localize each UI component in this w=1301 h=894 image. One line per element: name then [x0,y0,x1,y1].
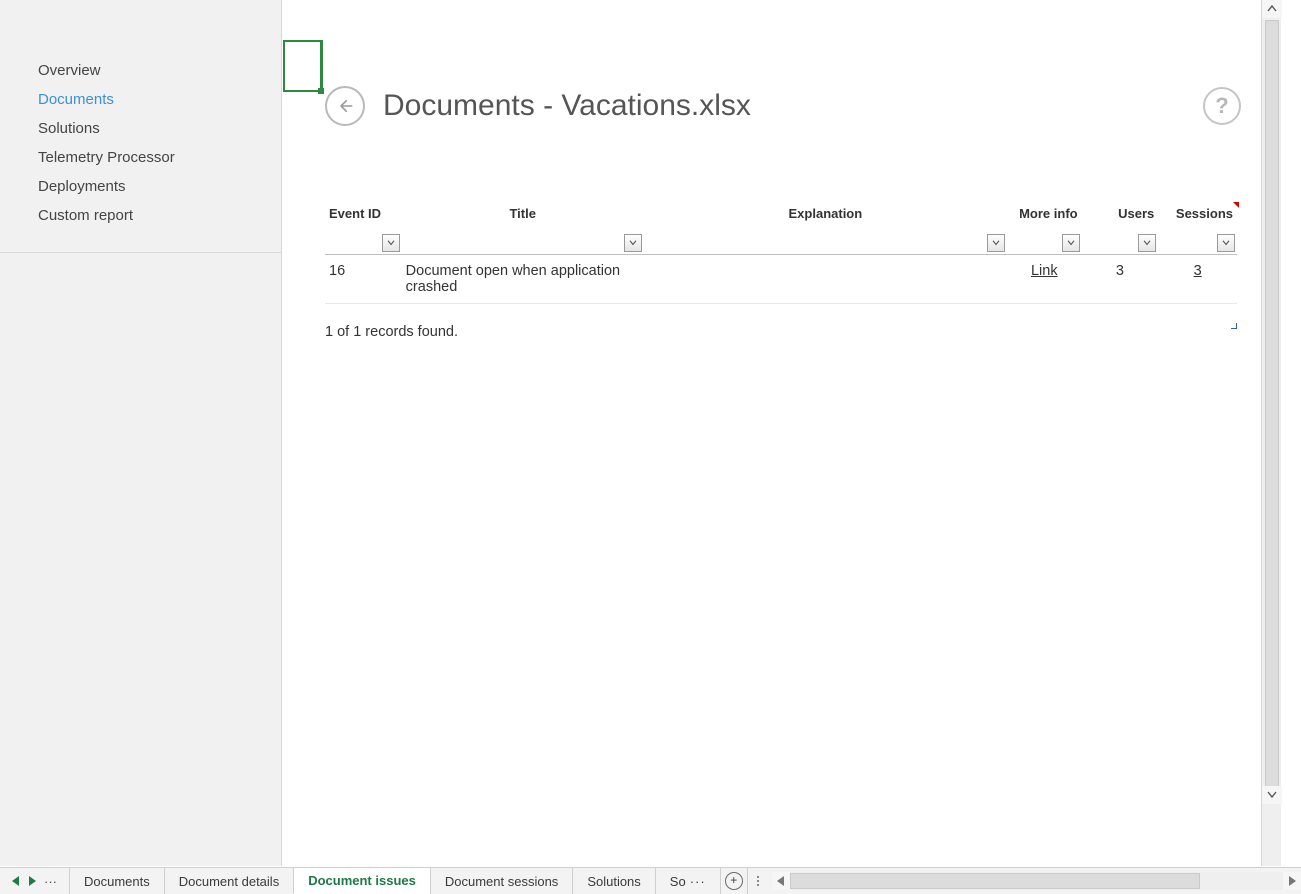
col-explanation: Explanation [644,204,1007,255]
scroll-thumb[interactable] [1265,20,1279,792]
sheet-tab-bar: ··· Documents Document details Document … [0,867,1301,894]
sidebar-item-documents[interactable]: Documents [38,85,281,114]
triangle-left-icon [12,876,20,886]
sidebar-item-custom-report[interactable]: Custom report [38,201,281,230]
hscroll-thumb[interactable] [790,873,1200,889]
hscroll-left-button[interactable] [772,872,790,890]
ellipsis-icon: ··· [690,874,706,889]
triangle-right-icon [28,876,36,886]
table-resize-handle[interactable] [1229,316,1237,324]
chevron-down-icon [1143,240,1151,246]
chevron-down-icon [387,240,395,246]
more-info-link[interactable]: Link [1031,263,1058,279]
cell-sessions: 3 [1158,255,1237,304]
back-button[interactable] [325,86,365,126]
new-sheet-button[interactable]: + [721,868,748,894]
triangle-right-icon [1288,876,1296,886]
sheet-nav-next[interactable] [28,874,36,889]
filter-sessions[interactable] [1217,234,1235,252]
sheet-nav-prev[interactable] [12,874,20,889]
chevron-down-icon [992,240,1000,246]
help-button[interactable]: ? [1203,87,1241,125]
sheet-tab-truncated[interactable]: So ··· [655,868,721,894]
col-explanation-label: Explanation [789,206,863,221]
page-title: Documents - Vacations.xlsx [383,89,1203,123]
sidebar-nav: Overview Documents Solutions Telemetry P… [0,0,281,230]
vertical-dots-icon [757,875,759,887]
active-cell-indicator[interactable] [283,40,323,92]
sidebar-item-telemetry-processor[interactable]: Telemetry Processor [38,143,281,172]
chevron-down-icon [1222,240,1230,246]
col-more-info: More info [1007,204,1082,255]
sheet-tab-documents[interactable]: Documents [69,868,165,894]
col-title-label: Title [509,206,536,221]
col-users-label: Users [1118,206,1154,221]
sheet-bar-options[interactable] [748,868,768,894]
sheet-nav-more[interactable]: ··· [44,874,57,889]
col-event-id-label: Event ID [329,206,381,221]
sidebar-item-deployments[interactable]: Deployments [38,172,281,201]
sheet-nav-arrows: ··· [0,868,69,894]
sidebar-item-solutions[interactable]: Solutions [38,114,281,143]
sheet-tabs: Documents Document details Document issu… [69,868,721,894]
filter-more-info[interactable] [1062,234,1080,252]
hscroll-track[interactable] [790,872,1283,890]
cell-users: 3 [1082,255,1159,304]
scroll-down-button[interactable] [1262,786,1282,804]
scroll-up-button[interactable] [1262,0,1282,18]
triangle-left-icon [777,876,785,886]
sheet-tab-truncated-label: So [670,874,686,889]
workspace: Overview Documents Solutions Telemetry P… [0,0,1281,866]
sessions-link[interactable]: 3 [1194,263,1202,279]
resize-corner-icon [1229,321,1237,329]
sheet-tab-solutions[interactable]: Solutions [572,868,655,894]
horizontal-scrollbar[interactable] [772,868,1301,894]
sidebar: Overview Documents Solutions Telemetry P… [0,0,282,253]
records-found: 1 of 1 records found. [325,324,1237,340]
sheet-tab-document-details[interactable]: Document details [164,868,294,894]
vertical-scrollbar[interactable] [1261,0,1281,866]
col-more-info-label: More info [1019,206,1078,221]
filter-explanation[interactable] [987,234,1005,252]
chevron-down-icon [1267,791,1277,799]
cell-title: Document open when application crashed [402,255,644,304]
page-header: Documents - Vacations.xlsx ? [325,86,1241,126]
arrow-left-icon [337,98,353,114]
col-users: Users [1082,204,1159,255]
chevron-down-icon [1067,240,1075,246]
col-event-id: Event ID [325,204,402,255]
sheet-tab-document-issues[interactable]: Document issues [293,868,431,894]
sidebar-item-overview[interactable]: Overview [38,56,281,85]
issues-table: Event ID Title Explanation [325,204,1237,304]
cell-more-info: Link [1007,255,1082,304]
cell-event-id: 16 [325,255,402,304]
sidebar-lower [0,253,282,866]
col-title: Title [402,204,644,255]
col-sessions: Sessions [1158,204,1237,255]
comment-indicator-icon [1233,202,1239,208]
main-pane: Documents - Vacations.xlsx ? [283,0,1281,866]
col-sessions-label: Sessions [1176,206,1233,221]
filter-title[interactable] [624,234,642,252]
issues-table-wrap: Event ID Title Explanation [325,204,1237,340]
plus-icon: + [725,872,743,890]
chevron-down-icon [629,240,637,246]
filter-event-id[interactable] [382,234,400,252]
question-mark-icon: ? [1215,93,1228,119]
filter-users[interactable] [1138,234,1156,252]
sheet-tab-document-sessions[interactable]: Document sessions [430,868,573,894]
table-row[interactable]: 16 Document open when application crashe… [325,255,1237,304]
chevron-up-icon [1267,5,1277,13]
hscroll-right-button[interactable] [1283,872,1301,890]
cell-explanation [644,255,1007,304]
